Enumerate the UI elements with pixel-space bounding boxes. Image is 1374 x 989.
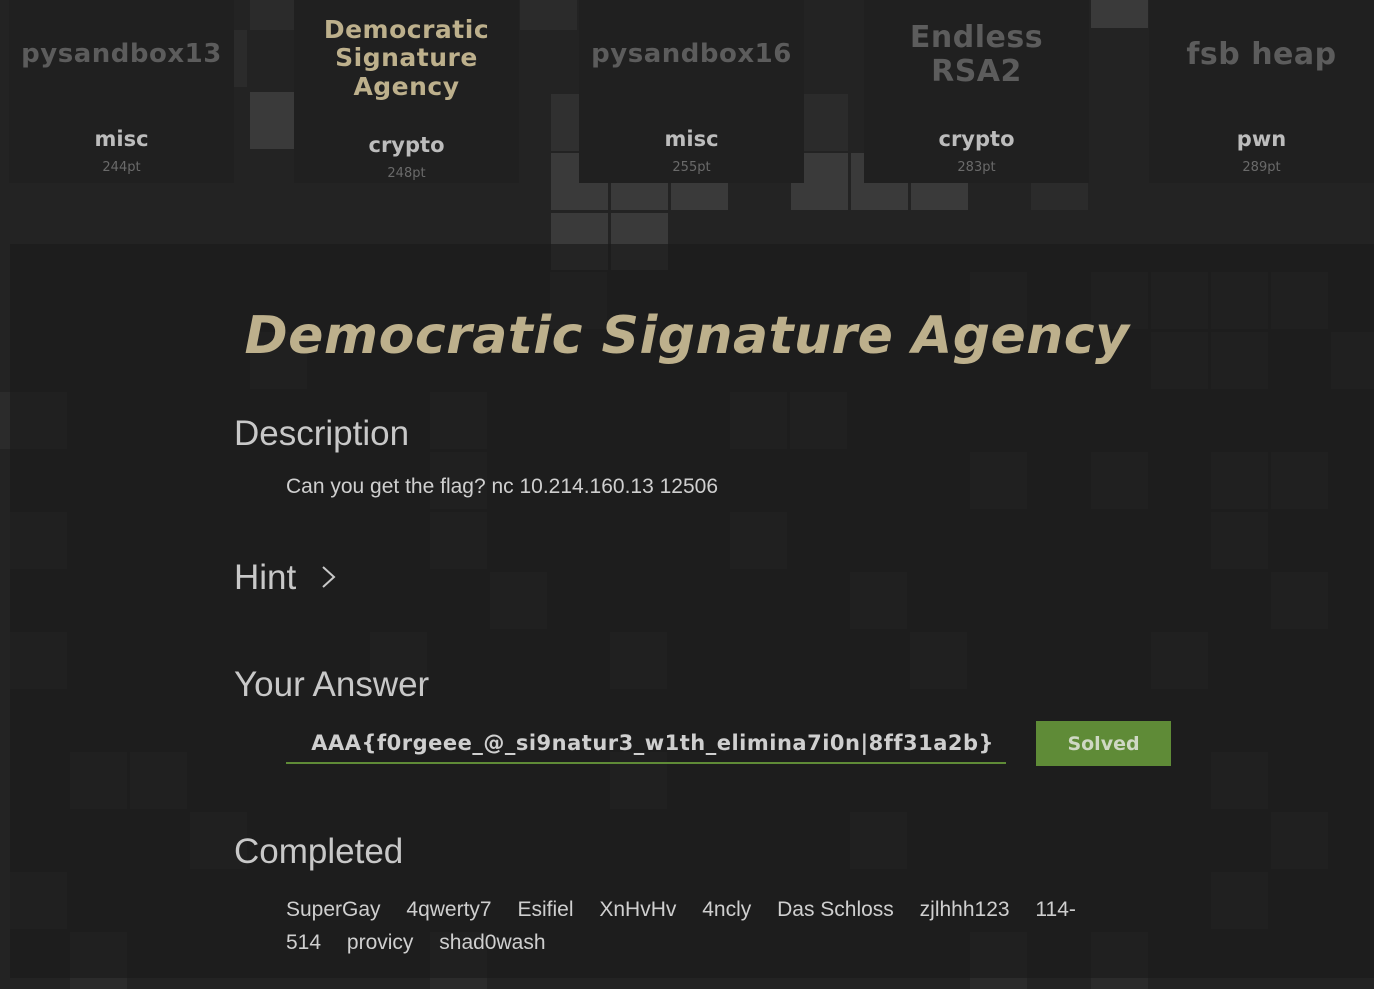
card-title: Democratic Signature Agency — [323, 15, 490, 101]
completed-users-list: SuperGay 4qwerty7 Esifiel XnHvHv 4ncly D… — [286, 893, 1086, 959]
answer-input[interactable] — [286, 724, 1006, 764]
completed-user: SuperGay — [286, 898, 381, 921]
hint-heading[interactable]: Hint — [234, 558, 296, 598]
completed-user: zjlhhh123 — [919, 898, 1010, 921]
card-points: 283pt — [957, 160, 996, 175]
completed-user: Das Schloss — [777, 898, 894, 921]
card-category: crypto — [368, 133, 445, 157]
card-title: fsb heap — [1186, 37, 1337, 72]
description-heading: Description — [234, 414, 410, 453]
solved-button[interactable]: Solved — [1036, 721, 1171, 766]
card-title: Endless RSA2 — [909, 20, 1044, 89]
description-text: Can you get the flag? nc 10.214.160.13 1… — [286, 475, 719, 498]
card-category: crypto — [938, 127, 1015, 151]
card-points: 244pt — [102, 160, 141, 175]
card-title: pysandbox16 — [591, 39, 792, 69]
card-category: pwn — [1236, 127, 1287, 151]
chevron-right-icon[interactable] — [318, 562, 340, 592]
card-points: 255pt — [672, 160, 711, 175]
challenge-card-pysandbox13[interactable]: pysandbox13 misc 244pt — [9, 0, 234, 183]
card-points: 289pt — [1242, 160, 1281, 175]
answer-heading: Your Answer — [234, 665, 430, 704]
card-category: misc — [664, 127, 719, 151]
card-category: misc — [94, 127, 149, 151]
challenge-card-democratic-signature-agency[interactable]: Democratic Signature Agency crypto 248pt — [294, 0, 519, 183]
completed-user: 4qwerty7 — [406, 898, 492, 921]
completed-heading: Completed — [234, 832, 404, 871]
challenge-cards-row: pysandbox13 misc 244pt Democratic Signat… — [0, 0, 1374, 244]
completed-user: shad0wash — [439, 931, 546, 954]
challenge-card-fsb-heap[interactable]: fsb heap pwn 289pt — [1149, 0, 1374, 183]
challenge-card-endless-rsa2[interactable]: Endless RSA2 crypto 283pt — [864, 0, 1089, 183]
card-title: pysandbox13 — [21, 39, 222, 69]
challenge-card-pysandbox16[interactable]: pysandbox16 misc 255pt — [579, 0, 804, 183]
completed-user: 4ncly — [702, 898, 752, 921]
card-points: 248pt — [387, 166, 426, 181]
completed-user: provicy — [346, 931, 414, 954]
completed-user: XnHvHv — [599, 898, 677, 921]
challenge-title: Democratic Signature Agency — [244, 306, 1130, 366]
completed-user: Esifiel — [517, 898, 574, 921]
